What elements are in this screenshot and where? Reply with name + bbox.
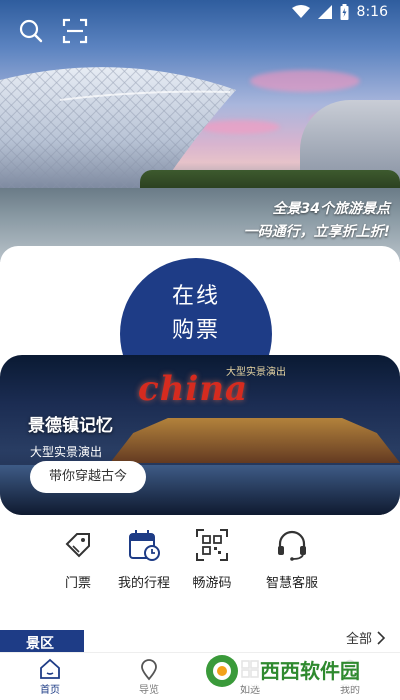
- search-icon[interactable]: [18, 18, 44, 44]
- status-time: 8:16: [356, 4, 388, 20]
- view-all-label: 全部: [345, 632, 372, 647]
- ticket-icon: [65, 533, 90, 558]
- status-icons: 8:16: [291, 4, 388, 20]
- headset-icon: [278, 530, 306, 561]
- hero-banner[interactable]: 全景34个旅游景点 一码通行，立享折上折!: [0, 0, 400, 262]
- tab-home[interactable]: 首页: [20, 657, 80, 696]
- calendar-clock-icon: [129, 530, 160, 561]
- status-bar: 8:16: [0, 0, 400, 26]
- scan-icon[interactable]: [62, 18, 88, 44]
- show-banner[interactable]: 大型实景演出 china 景德镇记忆 大型实景演出 带你穿越古今: [0, 355, 400, 515]
- banner-cta-button[interactable]: 带你穿越古今: [30, 461, 146, 493]
- view-all-link[interactable]: 全部: [346, 628, 386, 647]
- watermark-text: 西西软件园: [260, 659, 360, 683]
- wifi-icon: [291, 5, 310, 18]
- hero-slogan: 全景34个旅游景点 一码通行，立享折上折!: [244, 198, 390, 244]
- battery-icon: [340, 4, 349, 20]
- chevron-right-icon: [377, 630, 386, 645]
- quick-item-customer-service[interactable]: 智慧客服: [252, 528, 332, 591]
- sky-cloud: [250, 70, 360, 92]
- poster-word: china: [138, 369, 249, 409]
- tab-label: 首页: [40, 685, 60, 696]
- site-watermark: 西西软件园: [206, 655, 380, 687]
- qr-code-icon: [196, 529, 228, 561]
- hero-slogan-line1: 全景34个旅游景点: [272, 201, 390, 217]
- home-icon: [40, 658, 60, 679]
- location-pin-icon: [141, 659, 157, 681]
- stage-image: [110, 418, 400, 463]
- banner-subtitle: 大型实景演出: [30, 445, 103, 459]
- online-ticket-line2: 购票: [171, 318, 220, 343]
- tab-label: 导览: [139, 685, 159, 696]
- online-ticket-line1: 在线: [171, 284, 220, 309]
- building-image: [300, 100, 400, 180]
- hero-slogan-line2: 一码通行，立享折上折!: [243, 224, 390, 240]
- quick-menu: 门票 我的行程 畅游码 智慧客服: [0, 528, 400, 608]
- banner-title: 景德镇记忆: [28, 416, 113, 436]
- quick-item-label: 畅游码: [192, 576, 232, 591]
- cellular-signal-icon: [317, 5, 332, 19]
- tab-guide[interactable]: 导览: [119, 657, 179, 696]
- quick-item-travel-code[interactable]: 畅游码: [172, 528, 252, 591]
- quick-item-label: 智慧客服: [265, 576, 318, 591]
